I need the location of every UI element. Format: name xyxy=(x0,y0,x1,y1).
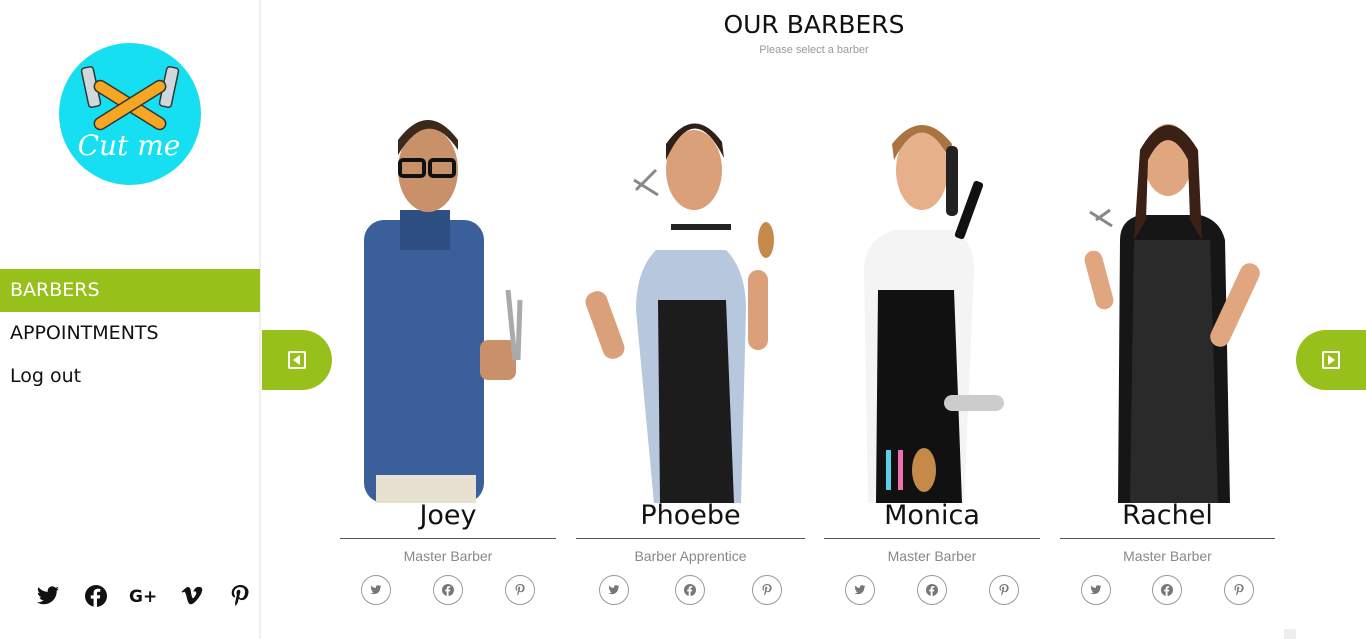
barber-social-links xyxy=(1060,575,1275,605)
barber-photo[interactable] xyxy=(340,100,556,503)
barber-role: Master Barber xyxy=(403,548,493,564)
twitter-icon[interactable] xyxy=(1080,575,1111,605)
facebook-icon[interactable] xyxy=(675,575,706,605)
cut-me-logo[interactable]: Cut me xyxy=(59,43,201,185)
barber-social-links xyxy=(824,575,1040,605)
sidebar: Cut me BARBERS APPOINTMENTS Log out G+ xyxy=(0,0,261,639)
social-links: G+ xyxy=(24,582,264,610)
main-nav: BARBERS APPOINTMENTS Log out xyxy=(0,269,260,398)
barber-name: Rachel xyxy=(1122,500,1213,531)
twitter-icon[interactable] xyxy=(845,575,875,605)
nav-barbers[interactable]: BARBERS xyxy=(0,269,260,312)
pinterest-icon[interactable] xyxy=(1224,575,1255,605)
page-subtitle: Please select a barber xyxy=(759,44,869,56)
barbers-page: OUR BARBERS Please select a barber Joey … xyxy=(262,0,1366,639)
barber-photo[interactable] xyxy=(576,100,805,503)
barber-role: Master Barber xyxy=(887,548,977,564)
barber-social-links xyxy=(340,575,556,605)
barber-role: Barber Apprentice xyxy=(634,548,747,564)
barber-name: Phoebe xyxy=(640,500,741,531)
pinterest-icon[interactable] xyxy=(216,582,264,610)
page-title: OUR BARBERS xyxy=(723,10,905,39)
barber-photo[interactable] xyxy=(824,100,1040,503)
scrollbar-corner xyxy=(1284,629,1296,639)
barber-social-links xyxy=(576,575,805,605)
carousel-next-button[interactable] xyxy=(1296,330,1366,390)
google-plus-icon[interactable]: G+ xyxy=(120,582,168,610)
divider xyxy=(824,538,1040,539)
barber-name: Monica xyxy=(884,500,980,531)
barber-name: Joey xyxy=(419,500,477,531)
svg-text:G+: G+ xyxy=(129,587,157,606)
barber-photo[interactable] xyxy=(1060,100,1275,503)
twitter-icon[interactable] xyxy=(599,575,630,605)
facebook-icon[interactable] xyxy=(72,582,120,610)
pinterest-icon[interactable] xyxy=(751,575,782,605)
twitter-icon[interactable] xyxy=(361,575,391,605)
divider xyxy=(1060,538,1275,539)
caret-left-icon xyxy=(288,351,306,369)
vimeo-icon[interactable] xyxy=(168,582,216,610)
facebook-icon[interactable] xyxy=(433,575,463,605)
barber-role: Master Barber xyxy=(1123,548,1212,564)
nav-log-out[interactable]: Log out xyxy=(0,355,260,398)
carousel-prev-button[interactable] xyxy=(262,330,332,390)
facebook-icon[interactable] xyxy=(1152,575,1183,605)
pinterest-icon[interactable] xyxy=(505,575,535,605)
divider xyxy=(340,538,556,539)
divider xyxy=(576,538,805,539)
nav-appointments[interactable]: APPOINTMENTS xyxy=(0,312,260,355)
caret-right-icon xyxy=(1322,351,1340,369)
pinterest-icon[interactable] xyxy=(989,575,1019,605)
twitter-icon[interactable] xyxy=(24,582,72,610)
svg-text:Cut me: Cut me xyxy=(78,129,181,162)
facebook-icon[interactable] xyxy=(917,575,947,605)
